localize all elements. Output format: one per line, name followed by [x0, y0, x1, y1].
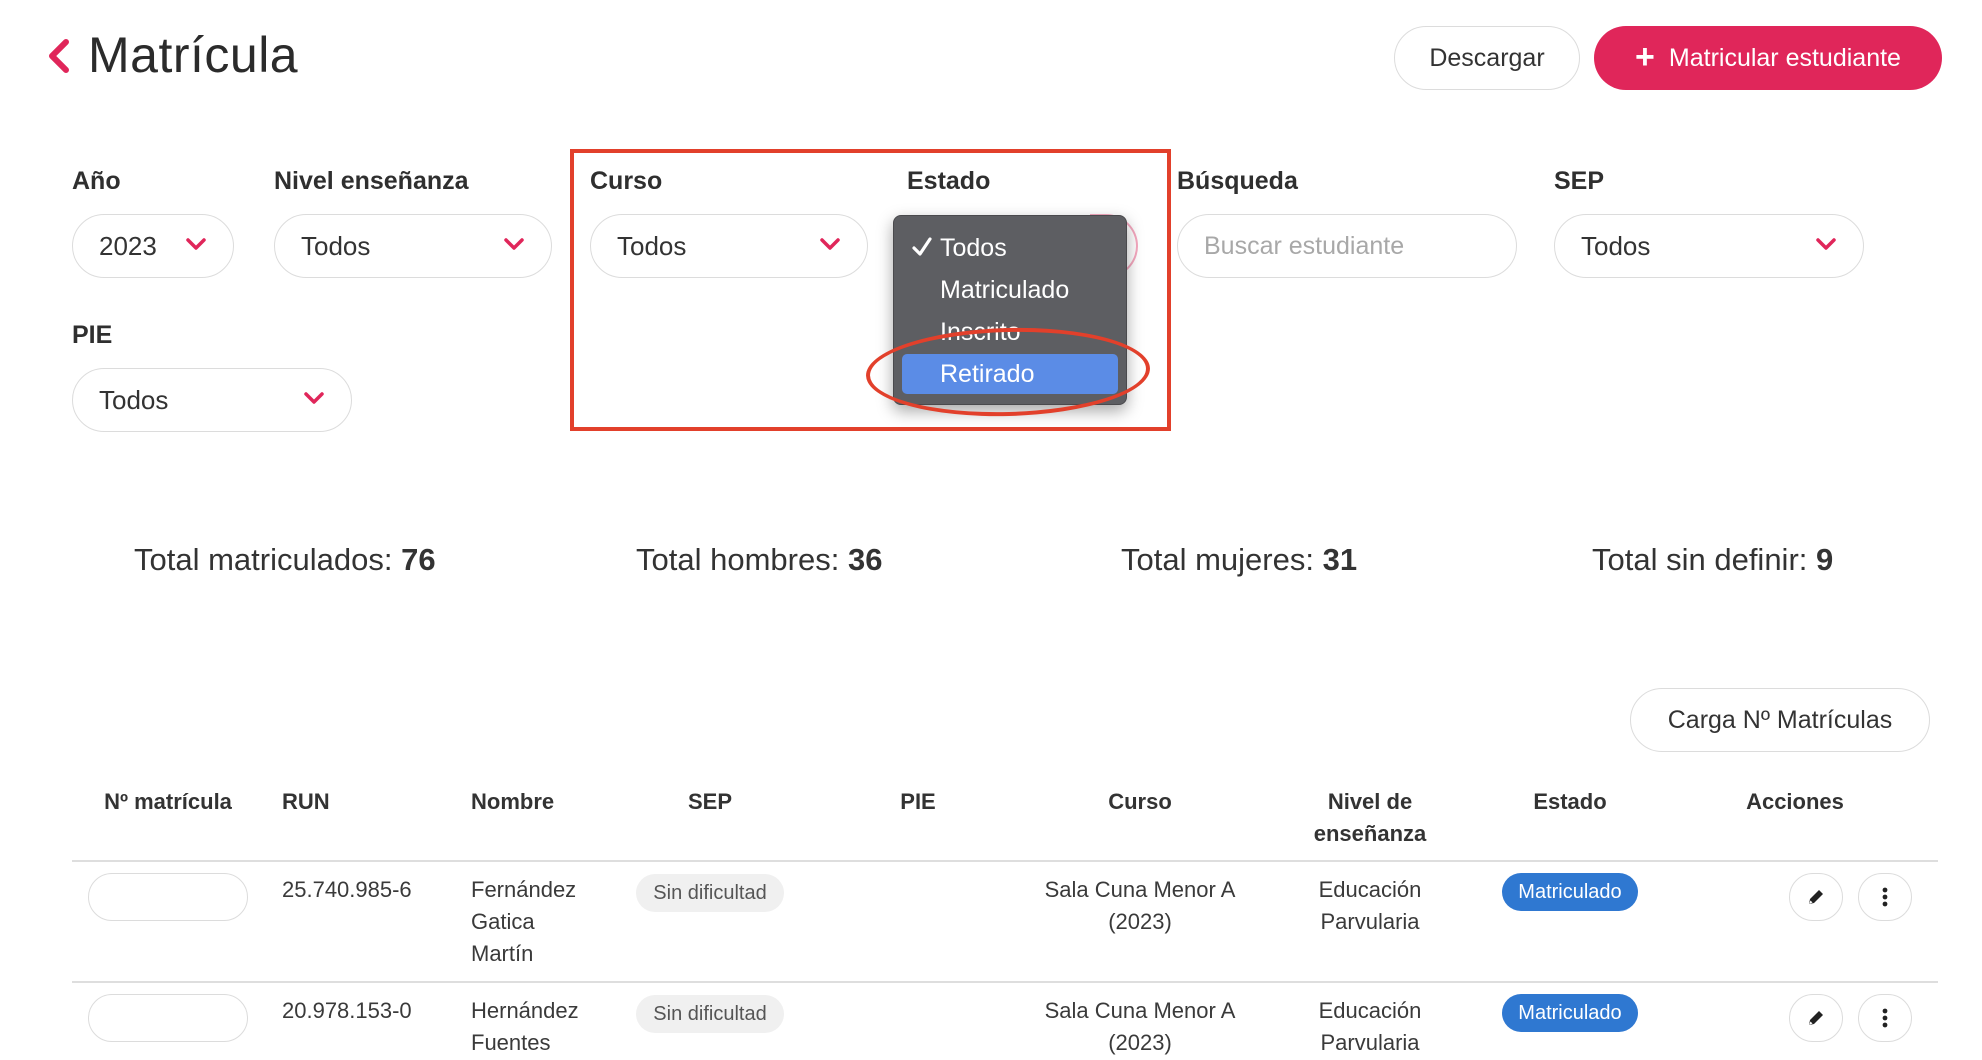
- pie-select[interactable]: Todos: [72, 368, 352, 432]
- column-header-name: Nombre: [471, 789, 555, 814]
- course-cell: Sala Cuna Menor A (2023): [1030, 995, 1250, 1059]
- name-line: Gatica: [471, 909, 535, 934]
- column-header-actions: Acciones: [1746, 789, 1844, 814]
- year-select-value: 2023: [99, 230, 157, 261]
- total-enrolled: Total matriculados: 76: [134, 542, 436, 578]
- search-input[interactable]: Buscar estudiante: [1177, 214, 1517, 278]
- status-option-todos[interactable]: Todos: [902, 228, 1118, 268]
- total-enrolled-value: 76: [401, 542, 436, 577]
- search-filter-label: Búsqueda: [1177, 167, 1298, 195]
- page-title: Matrícula: [88, 27, 299, 83]
- name-line: Hernández: [471, 998, 579, 1023]
- course-line: (2023): [1108, 909, 1172, 934]
- level-filter-label: Nivel enseñanza: [274, 167, 469, 195]
- total-undefined-label: Total sin definir:: [1592, 542, 1808, 577]
- status-option-label: Todos: [940, 233, 1007, 262]
- more-vertical-icon: [1882, 1008, 1888, 1028]
- total-women-label: Total mujeres:: [1121, 542, 1314, 577]
- column-header-run: RUN: [282, 789, 330, 814]
- total-enrolled-label: Total matriculados:: [134, 542, 393, 577]
- total-undefined-value: 9: [1816, 542, 1834, 577]
- level-line: Parvularia: [1320, 1030, 1420, 1055]
- total-men-label: Total hombres:: [636, 542, 840, 577]
- edit-button[interactable]: [1789, 873, 1843, 921]
- download-button[interactable]: Descargar: [1394, 26, 1580, 90]
- chevron-down-icon: [186, 238, 206, 250]
- total-women: Total mujeres: 31: [1121, 542, 1357, 578]
- level-line: Educación: [1318, 998, 1422, 1023]
- year-filter-label: Año: [72, 167, 121, 195]
- status-badge: Matriculado: [1502, 873, 1638, 911]
- status-badge: Matriculado: [1502, 994, 1638, 1032]
- course-cell: Sala Cuna Menor A (2023): [1030, 874, 1250, 938]
- run-cell: 25.740.985-6: [282, 877, 412, 902]
- more-options-button[interactable]: [1858, 994, 1912, 1042]
- search-input-placeholder: Buscar estudiante: [1204, 231, 1405, 260]
- status-option-matriculado[interactable]: Matriculado: [902, 270, 1118, 310]
- pencil-icon: [1809, 1011, 1823, 1025]
- level-cell: Educación Parvularia: [1290, 874, 1450, 938]
- column-header-status: Estado: [1533, 789, 1607, 814]
- enrollment-number-input[interactable]: [88, 994, 248, 1042]
- row-divider: [72, 981, 1938, 983]
- course-line: (2023): [1108, 1030, 1172, 1055]
- column-header-level-line1: Nivel de: [1327, 789, 1413, 814]
- total-undefined: Total sin definir: 9: [1592, 542, 1833, 578]
- total-men-value: 36: [847, 542, 883, 577]
- column-header-level-line2: enseñanza: [1313, 821, 1427, 846]
- year-select[interactable]: 2023: [72, 214, 234, 278]
- back-chevron-icon[interactable]: [44, 36, 74, 76]
- pie-select-value: Todos: [99, 384, 169, 415]
- chevron-down-icon: [304, 392, 324, 404]
- name-line: Fernández: [471, 877, 577, 902]
- level-cell: Educación Parvularia: [1290, 995, 1450, 1059]
- plus-icon: +: [1635, 37, 1655, 76]
- course-line: Sala Cuna Menor A: [1044, 998, 1236, 1023]
- column-header-pie: PIE: [900, 789, 936, 814]
- more-options-button[interactable]: [1858, 873, 1912, 921]
- run-cell: 20.978.153-0: [282, 998, 412, 1023]
- checkmark-icon: [912, 237, 932, 256]
- bulk-load-button-label: Carga Nº Matrículas: [1667, 705, 1893, 734]
- sep-badge: Sin dificultad: [636, 995, 784, 1033]
- pie-filter-label: PIE: [72, 321, 113, 349]
- level-line: Parvularia: [1320, 909, 1420, 934]
- course-line: Sala Cuna Menor A: [1044, 877, 1236, 902]
- edit-button[interactable]: [1789, 994, 1843, 1042]
- column-header-level: Nivel de enseñanza: [1290, 786, 1450, 850]
- sep-filter-label: SEP: [1554, 167, 1605, 195]
- sep-badge: Sin dificultad: [636, 874, 784, 912]
- total-men: Total hombres: 36: [636, 542, 882, 578]
- name-line: Fuentes: [471, 1030, 551, 1055]
- chevron-down-icon: [1816, 238, 1836, 250]
- sep-select-value: Todos: [1581, 230, 1651, 261]
- column-header-sep: SEP: [687, 789, 733, 814]
- enrollment-number-input[interactable]: [88, 873, 248, 921]
- more-vertical-icon: [1882, 887, 1888, 907]
- chevron-down-icon: [504, 238, 524, 250]
- total-women-value: 31: [1322, 542, 1358, 577]
- level-select-value: Todos: [301, 230, 371, 261]
- name-cell: Fernández Gatica Martín: [471, 874, 576, 970]
- pencil-icon: [1809, 890, 1823, 904]
- enroll-student-button-label: Matricular estudiante: [1668, 43, 1901, 72]
- column-header-number: Nº matrícula: [104, 789, 232, 814]
- level-select[interactable]: Todos: [274, 214, 552, 278]
- table-header-divider: [72, 860, 1938, 862]
- sep-select[interactable]: Todos: [1554, 214, 1864, 278]
- download-button-label: Descargar: [1429, 43, 1545, 72]
- column-header-course: Curso: [1108, 789, 1172, 814]
- enroll-student-button[interactable]: + Matricular estudiante: [1594, 26, 1942, 90]
- status-option-label: Matriculado: [940, 275, 1070, 304]
- level-line: Educación: [1318, 877, 1422, 902]
- bulk-load-button[interactable]: Carga Nº Matrículas: [1630, 688, 1930, 752]
- name-cell: Hernández Fuentes: [471, 995, 579, 1059]
- name-line: Martín: [471, 941, 534, 966]
